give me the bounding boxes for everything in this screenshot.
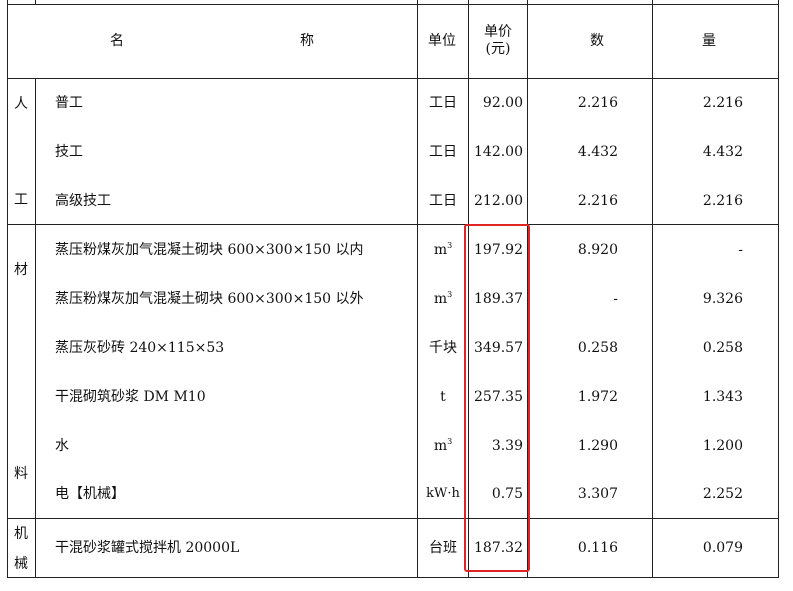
rule-left bbox=[7, 0, 8, 578]
header-qty2: 量 bbox=[702, 33, 716, 49]
cell-qty1: - bbox=[613, 291, 618, 307]
group-material-char1: 材 bbox=[14, 262, 28, 278]
rule-top bbox=[7, 4, 779, 5]
cell-qty1: 8.920 bbox=[577, 242, 618, 258]
cell-qty2: 1.343 bbox=[702, 389, 743, 405]
cell-unit: 千块 bbox=[429, 340, 457, 356]
cell-name: 蒸压粉煤灰加气混凝土砌块 600×300×150 以内 bbox=[55, 242, 364, 258]
cell-unit: m3 bbox=[418, 290, 468, 308]
cell-unit: 工日 bbox=[429, 193, 457, 209]
cell-name: 干混砂浆罐式搅拌机 20000L bbox=[55, 540, 240, 556]
cell-unit: 工日 bbox=[429, 144, 457, 160]
rule-material-bottom bbox=[7, 518, 779, 519]
rule-header-bottom bbox=[7, 78, 779, 79]
cell-qty2: 2.252 bbox=[702, 486, 743, 502]
cell-name: 蒸压粉煤灰加气混凝土砌块 600×300×150 以外 bbox=[55, 291, 364, 307]
cell-qty2: 1.200 bbox=[702, 438, 743, 454]
header-name-left: 名 bbox=[110, 33, 124, 49]
cell-price: 212.00 bbox=[474, 193, 523, 209]
cell-price: 142.00 bbox=[474, 144, 523, 160]
unit-symbol: m bbox=[433, 291, 448, 307]
cell-name: 蒸压灰砂砖 240×115×53 bbox=[55, 340, 225, 356]
cell-unit: m3 bbox=[418, 437, 468, 455]
rule-right bbox=[778, 0, 779, 578]
group-labor-char1: 人 bbox=[14, 96, 28, 112]
cell-qty2: 0.258 bbox=[702, 340, 743, 356]
group-machine-char2: 械 bbox=[14, 556, 28, 572]
cell-qty2: 2.216 bbox=[702, 193, 743, 209]
cell-qty1: 0.116 bbox=[577, 540, 618, 556]
cell-qty2: 0.079 bbox=[702, 540, 743, 556]
cell-name: 普工 bbox=[55, 95, 83, 111]
unit-exponent: 3 bbox=[447, 290, 453, 299]
unit-symbol: m bbox=[433, 242, 448, 258]
resource-table: 名 称 单位 单价 (元) 数 量 人 工 材 料 机 械 普工 工日 92.0… bbox=[0, 0, 793, 591]
rule-group-col bbox=[35, 78, 36, 578]
cell-qty1: 4.432 bbox=[577, 144, 618, 160]
cell-qty2: - bbox=[738, 242, 743, 258]
rule-labor-bottom bbox=[7, 224, 779, 225]
header-price-line1: 单价 bbox=[484, 24, 512, 40]
cell-qty1: 3.307 bbox=[577, 486, 618, 502]
header-name-right: 称 bbox=[300, 33, 314, 49]
group-labor-char2: 工 bbox=[14, 192, 28, 208]
cell-name: 水 bbox=[55, 438, 69, 454]
cell-qty2: 9.326 bbox=[702, 291, 743, 307]
cell-price: 92.00 bbox=[482, 95, 523, 111]
group-machine-char1: 机 bbox=[14, 526, 28, 542]
cell-qty2: 2.216 bbox=[702, 95, 743, 111]
cell-qty1: 1.972 bbox=[577, 389, 618, 405]
header-qty1: 数 bbox=[590, 33, 604, 49]
unit-exponent: 3 bbox=[447, 241, 453, 250]
unit-symbol: m bbox=[433, 438, 448, 454]
rule-group-col bbox=[35, 0, 36, 5]
cell-qty1: 1.290 bbox=[577, 438, 618, 454]
header-unit: 单位 bbox=[428, 33, 456, 49]
cell-unit: 台班 bbox=[429, 540, 457, 556]
cell-unit: kW·h bbox=[426, 486, 460, 501]
cell-name: 电【机械】 bbox=[55, 486, 125, 502]
cell-unit: 工日 bbox=[429, 95, 457, 111]
cell-name: 技工 bbox=[55, 144, 83, 160]
cell-name: 干混砌筑砂浆 DM M10 bbox=[55, 389, 206, 405]
rule-bottom bbox=[7, 577, 779, 578]
cell-name: 高级技工 bbox=[55, 193, 111, 209]
cell-unit: m3 bbox=[418, 241, 468, 259]
cell-unit: t bbox=[440, 389, 446, 405]
cell-qty1: 2.216 bbox=[577, 95, 618, 111]
cell-qty2: 4.432 bbox=[702, 144, 743, 160]
cell-qty1: 0.258 bbox=[577, 340, 618, 356]
header-price-line2: (元) bbox=[485, 41, 511, 57]
price-highlight-box bbox=[464, 224, 530, 572]
cell-qty1: 2.216 bbox=[577, 193, 618, 209]
group-material-char2: 料 bbox=[14, 466, 28, 482]
unit-exponent: 3 bbox=[447, 437, 453, 446]
